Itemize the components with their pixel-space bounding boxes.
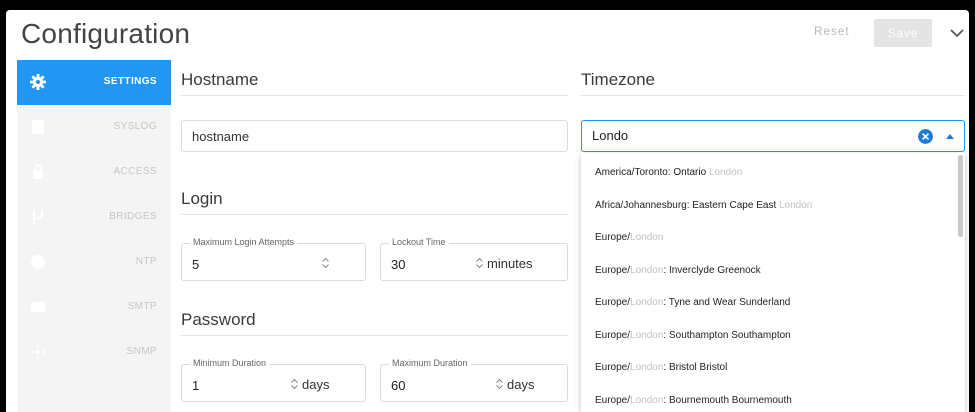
sidebar-item-label: SNMP bbox=[126, 346, 157, 357]
option-match-highlight: London bbox=[630, 394, 664, 406]
option-text: Europe/ bbox=[595, 394, 631, 406]
timezone-option[interactable]: America/Toronto: Ontario London bbox=[581, 157, 957, 189]
sidebar-item-label: BRIDGES bbox=[109, 211, 157, 222]
option-match-highlight: London bbox=[630, 232, 664, 243]
login-section-title: Login bbox=[181, 189, 223, 208]
stepper-icon[interactable] bbox=[495, 378, 504, 390]
field-label: Maximum Duration bbox=[389, 358, 471, 368]
option-text: Africa/Johannesburg: Eastern Cape East bbox=[595, 199, 779, 211]
field-label: Lockout Time bbox=[389, 237, 449, 247]
option-text: : Tyne and Wear Sunderland bbox=[663, 297, 791, 308]
password-section-title: Password bbox=[181, 310, 256, 329]
option-match-highlight: London bbox=[779, 199, 813, 211]
divider bbox=[181, 335, 568, 336]
sidebar-item-syslog[interactable]: SYSLOG bbox=[17, 105, 171, 150]
sidebar-item-label: SYSLOG bbox=[113, 121, 157, 132]
field-unit: days bbox=[302, 377, 330, 392]
mail-icon bbox=[31, 302, 45, 312]
option-text: : Southampton Southampton bbox=[663, 329, 791, 341]
field-label: Minimum Duration bbox=[190, 358, 270, 368]
timezone-dropdown: America/Toronto: Ontario London Africa/Jo… bbox=[581, 153, 965, 412]
timezone-input[interactable]: Londo bbox=[581, 120, 965, 152]
timezone-query: Londo bbox=[592, 128, 629, 143]
sidebar-item-access[interactable]: ACCESS bbox=[17, 150, 171, 195]
dropdown-scrollbar[interactable] bbox=[958, 155, 963, 237]
sidebar-item-settings[interactable]: SETTINGS bbox=[17, 60, 171, 105]
page-title: Configuration bbox=[21, 18, 191, 49]
option-text: : Inverclyde Greenock bbox=[663, 264, 761, 276]
timezone-option[interactable]: Europe/London: Bristol Bristol bbox=[581, 352, 957, 384]
header-bar: Configuration Reset Save bbox=[6, 10, 969, 60]
hostname-input[interactable]: hostname bbox=[181, 120, 568, 152]
sidebar-item-label: NTP bbox=[135, 256, 157, 267]
document-icon bbox=[32, 120, 44, 134]
timezone-option[interactable]: Europe/London: Inverclyde Greenock bbox=[581, 255, 957, 287]
min-duration-field[interactable]: Minimum Duration 1 days bbox=[181, 358, 366, 402]
option-text: Europe/ bbox=[595, 232, 631, 243]
timezone-option[interactable]: Africa/Johannesburg: Eastern Cape East L… bbox=[581, 190, 957, 222]
sidebar-item-label: ACCESS bbox=[113, 166, 157, 177]
option-text: Europe/ bbox=[595, 264, 631, 276]
network-icon bbox=[30, 344, 46, 360]
field-unit: minutes bbox=[487, 256, 533, 271]
stepper-icon[interactable] bbox=[321, 257, 330, 269]
sidebar-item-snmp[interactable]: SNMP bbox=[17, 330, 171, 375]
field-value: 5 bbox=[192, 257, 200, 272]
sidebar-item-smtp[interactable]: SMTP bbox=[17, 285, 171, 330]
timezone-section-title: Timezone bbox=[581, 70, 656, 89]
sidebar-item-label: SETTINGS bbox=[103, 76, 157, 87]
timezone-option[interactable]: Europe/London: Bournemouth Bournemouth bbox=[581, 385, 957, 412]
caret-up-icon[interactable] bbox=[946, 134, 954, 139]
gear-icon bbox=[30, 74, 46, 90]
fork-icon bbox=[33, 210, 43, 224]
max-duration-field[interactable]: Maximum Duration 60 days bbox=[380, 358, 568, 402]
divider bbox=[581, 95, 965, 96]
sidebar-item-bridges[interactable]: BRIDGES bbox=[17, 195, 171, 240]
option-text: Europe/ bbox=[595, 297, 631, 308]
divider bbox=[181, 214, 568, 215]
divider bbox=[181, 95, 568, 96]
option-text: Europe/ bbox=[595, 329, 631, 341]
field-value: 30 bbox=[391, 257, 406, 272]
stepper-icon[interactable] bbox=[475, 257, 484, 269]
sidebar-item-label: SMTP bbox=[127, 301, 157, 312]
field-unit: days bbox=[507, 377, 535, 392]
timezone-option[interactable]: Europe/London: Tyne and Wear Sunderland bbox=[581, 287, 957, 319]
option-text: : Bournemouth Bournemouth bbox=[663, 394, 792, 406]
field-label: Maximum Login Attempts bbox=[190, 237, 298, 247]
lockout-time-field[interactable]: Lockout Time 30 minutes bbox=[380, 237, 568, 281]
option-match-highlight: London bbox=[630, 297, 664, 308]
save-button[interactable]: Save bbox=[874, 19, 932, 47]
lock-icon bbox=[33, 164, 43, 179]
clock-icon bbox=[31, 255, 45, 269]
field-value: 1 bbox=[192, 378, 200, 393]
option-text: : Bristol Bristol bbox=[663, 362, 728, 373]
option-match-highlight: London bbox=[708, 167, 743, 178]
reset-button[interactable]: Reset bbox=[814, 24, 849, 38]
max-login-attempts-field[interactable]: Maximum Login Attempts 5 bbox=[181, 237, 366, 281]
option-match-highlight: London bbox=[630, 264, 664, 276]
option-match-highlight: London bbox=[630, 362, 664, 373]
chevron-down-icon[interactable] bbox=[948, 24, 966, 42]
timezone-option[interactable]: Europe/London bbox=[581, 222, 957, 254]
stepper-icon[interactable] bbox=[290, 378, 299, 390]
configuration-window: Configuration Reset Save SETTINGS SYSLOG… bbox=[6, 10, 969, 412]
clear-icon[interactable] bbox=[918, 129, 933, 144]
sidebar: SETTINGS SYSLOG ACCESS BRIDGES NTP SMTP … bbox=[17, 60, 171, 412]
field-value: 60 bbox=[391, 378, 406, 393]
hostname-section-title: Hostname bbox=[181, 70, 259, 89]
sidebar-item-ntp[interactable]: NTP bbox=[17, 240, 171, 285]
option-match-highlight: London bbox=[630, 329, 664, 341]
option-text: Europe/ bbox=[595, 362, 631, 373]
option-text: America/Toronto: Ontario bbox=[595, 167, 709, 178]
timezone-option[interactable]: Europe/London: Southampton Southampton bbox=[581, 320, 957, 352]
